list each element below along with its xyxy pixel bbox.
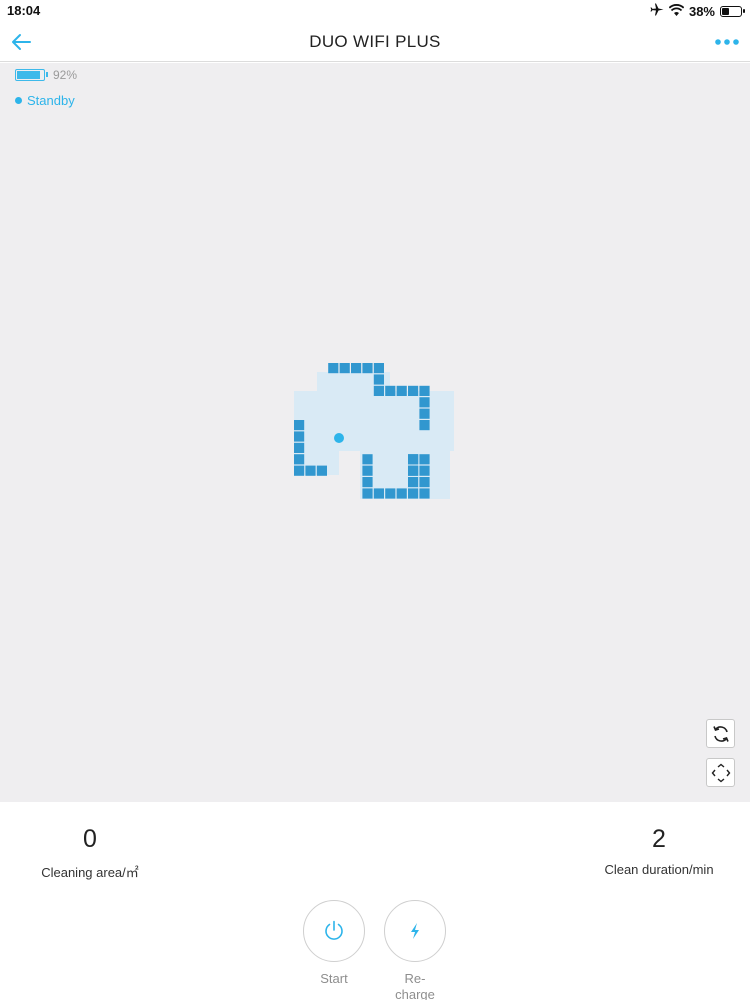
map-wall-cell xyxy=(362,465,373,476)
map-wall-cell xyxy=(339,363,350,374)
map-wall-cell xyxy=(362,477,373,488)
cleaning-area-value: 0 xyxy=(83,825,97,853)
map-wall-cell xyxy=(373,363,384,374)
map-wall-cell xyxy=(328,363,339,374)
power-icon xyxy=(325,920,343,940)
more-button[interactable] xyxy=(714,32,740,52)
map-wall-cell xyxy=(419,420,430,431)
map-wall-cell xyxy=(419,454,430,465)
map-wall-cell xyxy=(373,488,384,499)
status-battery-percent: 38% xyxy=(688,3,715,19)
more-dots-icon xyxy=(715,39,739,45)
map-wall-cell xyxy=(294,431,305,442)
start-control: Start xyxy=(303,900,365,987)
cleaning-area-stat: 0 Cleaning area/㎡ xyxy=(38,824,142,881)
clean-duration-value: 2 xyxy=(652,825,666,853)
map-wall-cell xyxy=(294,442,305,453)
map-wall-cell xyxy=(419,397,430,408)
status-dot-icon xyxy=(15,97,22,104)
status-bar: 18:04 38% xyxy=(0,0,750,22)
map-wall-cell xyxy=(419,385,430,396)
battery-icon xyxy=(720,5,745,17)
map-wall-cell xyxy=(294,465,305,476)
map-wall-cell xyxy=(408,385,419,396)
recharge-label: Re- charge xyxy=(395,971,435,1000)
rotate-icon xyxy=(712,725,729,742)
start-label: Start xyxy=(320,971,348,986)
recharge-control: Re- charge xyxy=(384,900,446,1000)
status-time: 18:04 xyxy=(7,3,41,18)
map-wall-cell xyxy=(408,488,419,499)
map-wall-cell xyxy=(294,454,305,465)
map-wall-cell xyxy=(362,363,373,374)
lightning-icon xyxy=(411,923,419,939)
map-wall-cell xyxy=(373,374,384,385)
cleaning-map xyxy=(294,363,454,499)
map-wall-cell xyxy=(305,465,316,476)
map-wall-cell xyxy=(362,488,373,499)
map-wall-cell xyxy=(362,454,373,465)
robot-status-label: Standby xyxy=(27,93,75,108)
map-wall-cell xyxy=(294,420,305,431)
robot-battery-percent: 92% xyxy=(53,68,78,82)
status-icons: 38% xyxy=(650,3,745,19)
map-wall-cell xyxy=(373,385,384,396)
map-wall-cell xyxy=(408,465,419,476)
map-wall-cell xyxy=(396,488,407,499)
wifi-icon xyxy=(668,3,685,19)
robot-position-icon xyxy=(334,433,344,443)
map-wall-cell xyxy=(351,363,362,374)
map-wall-cell xyxy=(419,477,430,488)
map-wall-cell xyxy=(316,465,327,476)
airplane-icon xyxy=(650,3,664,19)
fit-screen-icon xyxy=(711,763,730,782)
robot-battery: 92% xyxy=(15,68,77,82)
clean-duration-label: Clean duration/min xyxy=(604,862,714,877)
start-button[interactable] xyxy=(303,900,365,962)
map-wall-cell xyxy=(419,488,430,499)
robot-status: Standby xyxy=(15,93,75,108)
fit-map-button[interactable] xyxy=(706,758,735,787)
map-wall-cell xyxy=(408,454,419,465)
map-wall-cell xyxy=(396,385,407,396)
map-wall-cell xyxy=(385,488,396,499)
cleaning-area-label: Cleaning area/㎡ xyxy=(41,865,139,880)
map-wall-cell xyxy=(408,477,419,488)
map-wall-cell xyxy=(419,465,430,476)
clean-duration-stat: 2 Clean duration/min xyxy=(599,824,719,877)
nav-bar: DUO WIFI PLUS xyxy=(0,22,750,62)
rotate-map-button[interactable] xyxy=(706,719,735,748)
page-title: DUO WIFI PLUS xyxy=(309,32,441,51)
stats-panel: 0 Cleaning area/㎡ 2 Clean duration/min S… xyxy=(0,802,750,1000)
map-area[interactable]: 92% Standby xyxy=(0,63,750,802)
map-wall-cell xyxy=(419,408,430,419)
recharge-button[interactable] xyxy=(384,900,446,962)
map-wall-cell xyxy=(385,385,396,396)
robot-battery-icon xyxy=(15,69,48,81)
